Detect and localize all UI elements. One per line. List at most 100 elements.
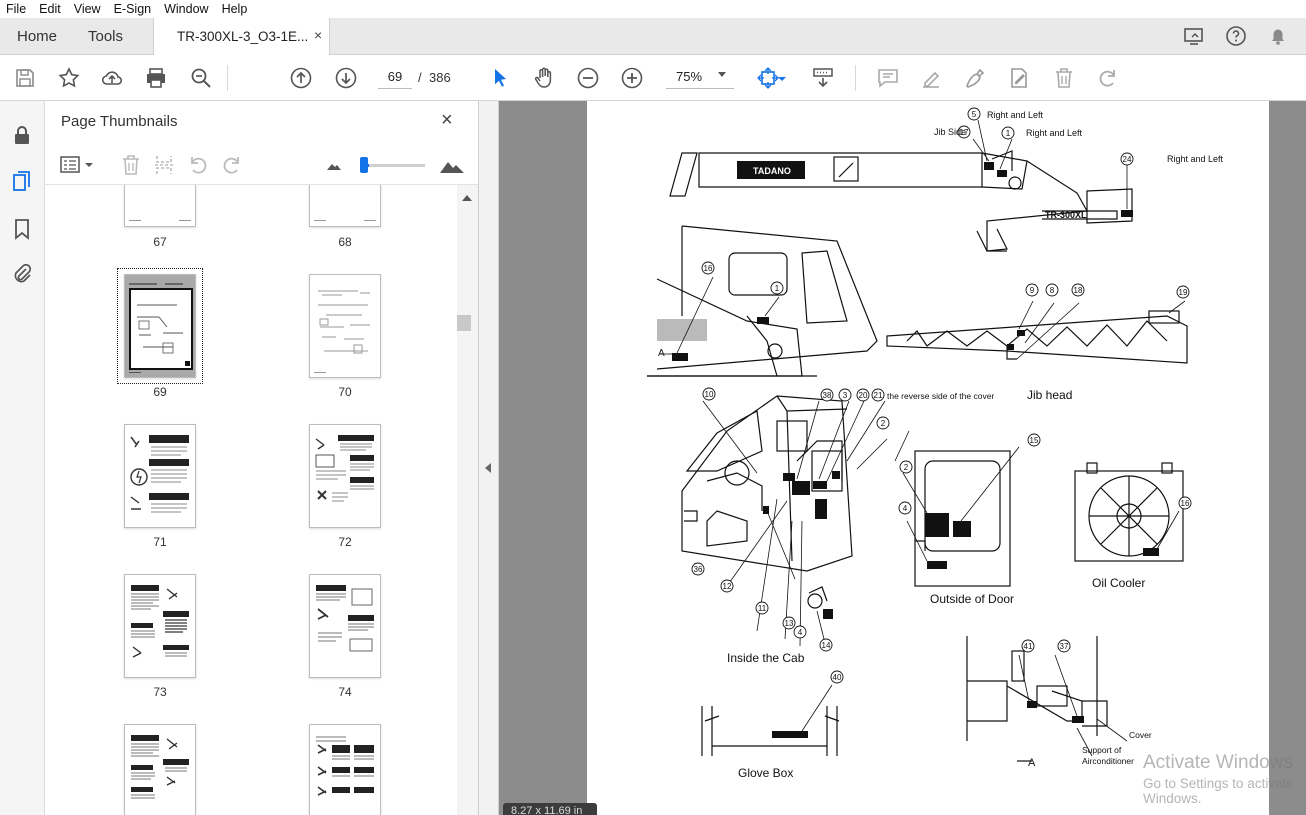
menu-window[interactable]: Window (164, 2, 208, 16)
thumbnail-page[interactable] (309, 724, 381, 815)
next-page-icon[interactable] (334, 66, 358, 90)
thumbnail-page[interactable] (124, 574, 196, 678)
sign-pen-icon[interactable] (963, 66, 987, 90)
callout-number: 16 (704, 264, 713, 273)
page-number-input[interactable] (378, 65, 412, 89)
select-cursor-icon[interactable] (488, 66, 512, 90)
panel-close-button[interactable]: × (441, 109, 453, 132)
document-viewer[interactable]: 5 17 1 24 16 1 9 8 18 19 10 38 3 20 21 2 15 2 4 16 36 12 11 13 4… (499, 101, 1306, 815)
thumbnail-page-selected[interactable] (124, 274, 196, 378)
main-toolbar: / 386 75% (0, 55, 1306, 101)
callout-number: 13 (785, 619, 794, 628)
hand-tool-icon[interactable] (532, 66, 556, 90)
callout-number: 8 (1050, 286, 1055, 295)
watermark-title: Activate Windows (1143, 752, 1293, 773)
find-zoom-icon[interactable] (189, 66, 213, 90)
help-icon[interactable] (1225, 25, 1247, 47)
document-tab[interactable]: TR-300XL-3_O3-1E... × (153, 18, 330, 56)
fit-dropdown-chevron-icon[interactable] (777, 66, 787, 90)
menu-esign[interactable]: E-Sign (114, 2, 152, 16)
thumbnail-options-icon[interactable] (59, 153, 95, 177)
callout-number: 24 (1123, 155, 1132, 164)
thumbnail-size-slider-track[interactable] (363, 164, 425, 167)
toolbar-divider (855, 65, 856, 91)
zoom-level-select[interactable]: 75% (666, 65, 734, 89)
small-mountain-icon[interactable] (325, 153, 343, 177)
callout-number: 18 (1074, 286, 1083, 295)
zoom-out-icon[interactable] (576, 66, 600, 90)
page-separator: / (418, 70, 422, 85)
tab-tools[interactable]: Tools (88, 18, 123, 55)
watermark-subtitle: Go to Settings to activate Windows. (1143, 776, 1294, 806)
scroll-up-arrow-icon[interactable] (462, 195, 472, 201)
marker-a-bottom: A (1028, 757, 1036, 769)
print-icon[interactable] (144, 66, 168, 90)
share-screen-icon[interactable] (1183, 25, 1205, 47)
label-reverse-side-cover: the reverse side of the cover (887, 391, 994, 401)
tab-home[interactable]: Home (17, 18, 57, 55)
thumbnail-page[interactable] (309, 185, 381, 227)
callout-number: 36 (694, 565, 703, 574)
callout-number: 20 (859, 391, 868, 400)
thumbnail-page[interactable] (309, 574, 381, 678)
redo-icon[interactable] (1096, 66, 1120, 90)
notification-bell-icon[interactable] (1267, 25, 1289, 47)
previous-page-icon[interactable] (289, 66, 313, 90)
thumbnail-page[interactable] (124, 424, 196, 528)
menu-file[interactable]: File (6, 2, 26, 16)
menu-edit[interactable]: Edit (39, 2, 61, 16)
callout-number: 4 (903, 504, 908, 513)
page-total: 386 (429, 70, 451, 85)
delete-icon[interactable] (1052, 66, 1076, 90)
bookmarks-icon[interactable] (10, 217, 34, 241)
delete-page-icon[interactable] (119, 153, 143, 177)
save-icon[interactable] (13, 66, 37, 90)
label-model-tr300xl: TR-300XL (1045, 210, 1087, 220)
document-tab-close-button[interactable]: × (314, 27, 322, 43)
thumbnail-page[interactable] (124, 724, 196, 815)
panel-splitter[interactable] (479, 101, 499, 815)
thumbnail-page[interactable] (309, 274, 381, 378)
callout-number: 16 (1181, 499, 1190, 508)
lock-icon[interactable] (10, 123, 34, 147)
attachment-paperclip-icon[interactable] (10, 262, 34, 286)
callout-number: 4 (798, 628, 803, 637)
extract-page-icon[interactable] (152, 153, 176, 177)
thumbnail-page[interactable] (309, 424, 381, 528)
large-mountain-icon[interactable] (439, 153, 465, 177)
edit-document-icon[interactable] (1007, 66, 1031, 90)
thumbnail-scrollbar[interactable] (457, 185, 478, 815)
thumbnail-label: 69 (153, 385, 167, 399)
rotate-left-icon[interactable] (186, 153, 210, 177)
thumbnail-size-slider-handle[interactable] (360, 157, 368, 173)
scrollbar-thumb[interactable] (457, 315, 471, 331)
label-oil-cooler: Oil Cooler (1092, 576, 1145, 590)
highlight-pen-icon[interactable] (920, 66, 944, 90)
zoom-in-icon[interactable] (620, 66, 644, 90)
chevron-down-icon[interactable] (718, 72, 726, 77)
callout-number: 10 (705, 390, 714, 399)
label-jib-side: Jib Side (934, 127, 966, 137)
callout-number: 5 (972, 110, 977, 119)
comment-icon[interactable] (876, 66, 900, 90)
label-tadano-logo: TADANO (753, 166, 791, 176)
thumbnail-label: 70 (338, 385, 352, 399)
upload-cloud-icon[interactable] (100, 66, 124, 90)
menu-help[interactable]: Help (222, 2, 248, 16)
label-jib-head: Jib head (1027, 388, 1072, 402)
thumbnail-label: 74 (338, 685, 352, 699)
label-support-of: Support of (1082, 745, 1122, 755)
page-thumbnails-icon[interactable] (10, 169, 34, 193)
tab-bar: Home Tools TR-300XL-3_O3-1E... × (0, 18, 1306, 56)
collapse-arrow-icon[interactable] (485, 463, 491, 473)
menu-view[interactable]: View (74, 2, 101, 16)
bookmark-star-icon[interactable] (57, 66, 81, 90)
label-outside-of-door: Outside of Door (930, 592, 1014, 606)
callout-number: 40 (833, 673, 842, 682)
scroll-mode-icon[interactable] (811, 66, 835, 90)
rotate-right-icon[interactable] (220, 153, 244, 177)
thumbnail-page[interactable] (124, 185, 196, 227)
callout-number: 2 (881, 419, 886, 428)
document-tab-label: TR-300XL-3_O3-1E... (177, 29, 309, 44)
callout-number: 1 (1006, 129, 1011, 138)
